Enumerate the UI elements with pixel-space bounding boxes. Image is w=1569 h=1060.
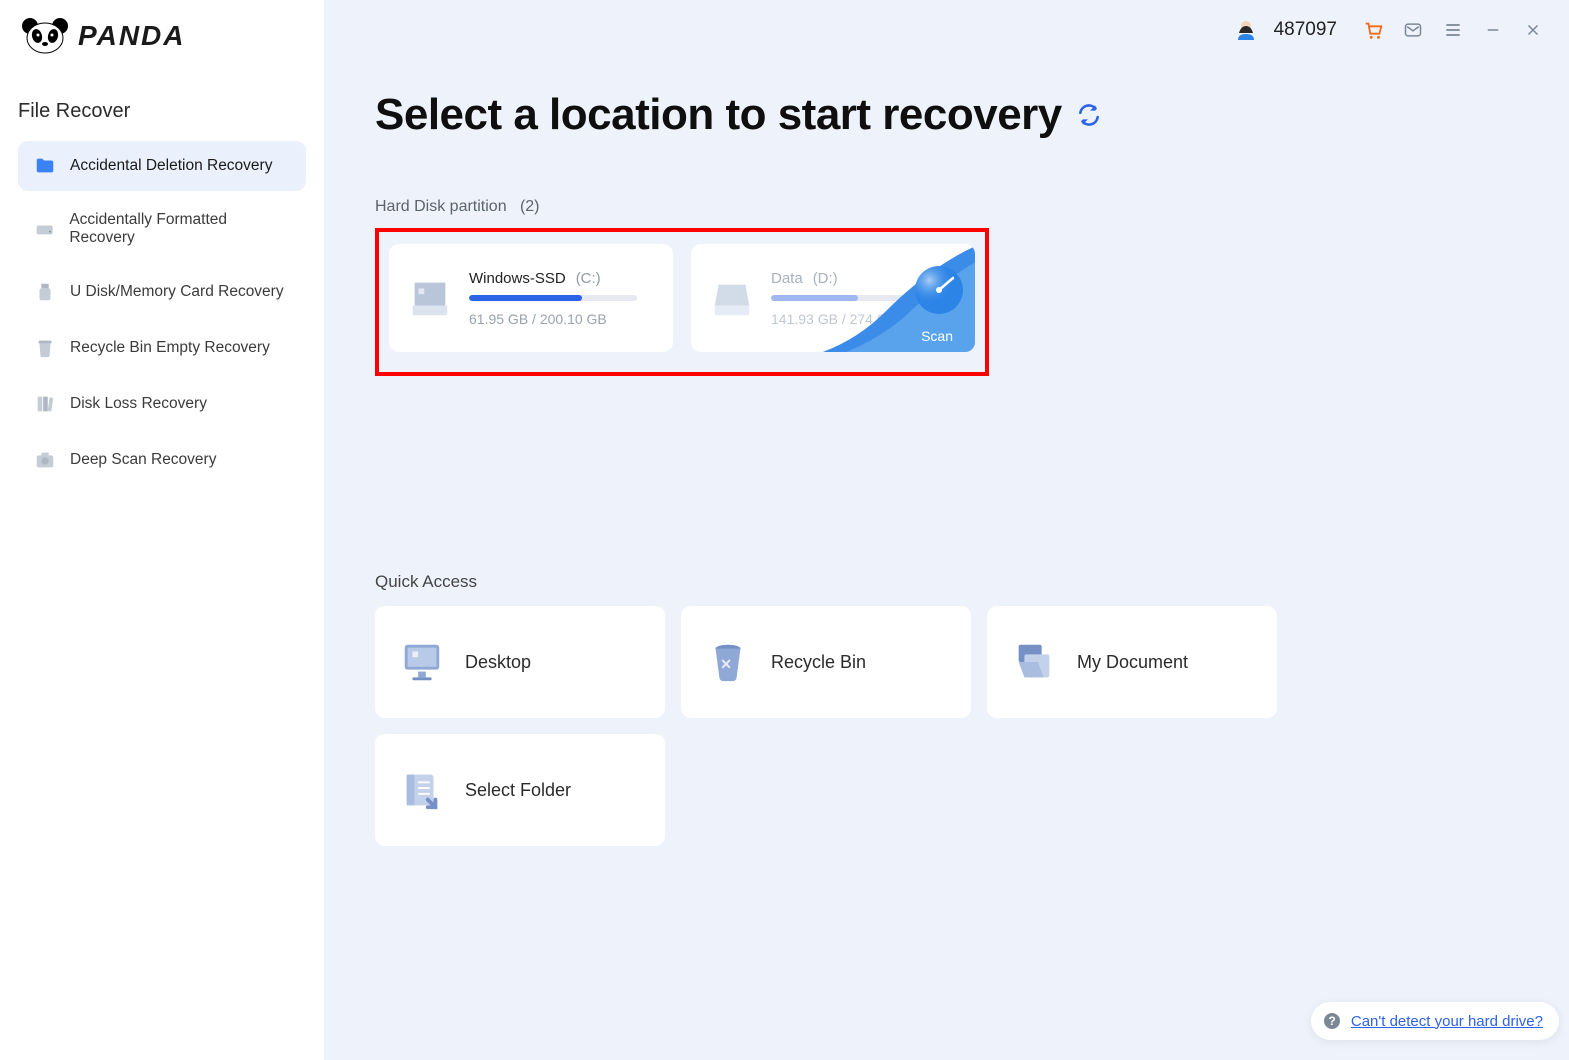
topbar: 487097	[325, 0, 1569, 60]
quick-desktop[interactable]: Desktop	[375, 606, 665, 718]
cart-icon[interactable]	[1361, 18, 1385, 42]
desktop-icon	[399, 639, 445, 685]
mail-icon[interactable]	[1401, 18, 1425, 42]
panda-icon	[20, 18, 70, 54]
main-panel: 487097 Select a location to start recove…	[325, 0, 1569, 1060]
user-id: 487097	[1274, 19, 1337, 41]
quick-access-label: Quick Access	[375, 572, 1519, 592]
quick-label: Desktop	[465, 652, 531, 673]
nav-disk-loss[interactable]: Disk Loss Recovery	[18, 379, 306, 429]
scan-label: Scan	[921, 328, 953, 344]
headline-text: Select a location to start recovery	[375, 90, 1062, 140]
nav-label: Disk Loss Recovery	[70, 395, 207, 413]
drive-usage-bar	[771, 295, 939, 301]
quick-label: Select Folder	[465, 780, 571, 801]
quick-my-document[interactable]: My Document	[987, 606, 1277, 718]
drive-usage-text: 61.95 GB / 200.10 GB	[469, 311, 657, 327]
minimize-icon[interactable]	[1481, 18, 1505, 42]
nav-label: U Disk/Memory Card Recovery	[70, 283, 284, 301]
recycle-bin-icon	[705, 639, 751, 685]
camera-icon	[34, 449, 56, 471]
nav-label: Deep Scan Recovery	[70, 451, 216, 469]
close-icon[interactable]	[1521, 18, 1545, 42]
page-title: Select a location to start recovery	[375, 90, 1519, 140]
quick-label: Recycle Bin	[771, 652, 866, 673]
quick-recycle-bin[interactable]: Recycle Bin	[681, 606, 971, 718]
sidebar-title: File Recover	[0, 78, 324, 141]
drive-card-d[interactable]: Data (D:) 141.93 GB / 274.62 GB	[691, 244, 975, 352]
avatar-icon[interactable]	[1234, 18, 1258, 42]
help-icon: ?	[1323, 1012, 1341, 1030]
bin-icon	[34, 337, 56, 359]
drive-icon	[407, 275, 453, 321]
help-bubble[interactable]: ? Can't detect your hard drive?	[1311, 1002, 1559, 1040]
partition-highlight-box: Windows-SSD (C:) 61.95 GB / 200.10 GB Da…	[375, 228, 989, 376]
document-icon	[1011, 639, 1057, 685]
select-folder-icon	[399, 767, 445, 813]
sidebar: PANDA File Recover Accidental Deletion R…	[0, 0, 325, 1060]
drive-letter: (C:)	[576, 270, 601, 287]
drive-usage-text: 141.93 GB / 274.62 GB	[771, 311, 959, 327]
drive-name: Data	[771, 270, 803, 287]
nav-label: Recycle Bin Empty Recovery	[70, 339, 270, 357]
usb-icon	[34, 281, 56, 303]
nav-formatted[interactable]: Accidentally Formatted Recovery	[18, 197, 306, 261]
drive-icon	[709, 275, 755, 321]
brand-name: PANDA	[78, 20, 185, 52]
books-icon	[34, 393, 56, 415]
quick-select-folder[interactable]: Select Folder	[375, 734, 665, 846]
nav-usb[interactable]: U Disk/Memory Card Recovery	[18, 267, 306, 317]
nav-accidental-deletion[interactable]: Accidental Deletion Recovery	[18, 141, 306, 191]
nav-label: Accidental Deletion Recovery	[70, 157, 272, 175]
drive-card-c[interactable]: Windows-SSD (C:) 61.95 GB / 200.10 GB	[389, 244, 673, 352]
brand-logo: PANDA	[0, 18, 324, 78]
folder-icon	[34, 155, 56, 177]
svg-text:?: ?	[1328, 1014, 1335, 1028]
nav-label: Accidentally Formatted Recovery	[69, 211, 290, 247]
drive-letter: (D:)	[813, 270, 838, 287]
help-link[interactable]: Can't detect your hard drive?	[1351, 1013, 1543, 1030]
sidebar-nav: Accidental Deletion Recovery Accidentall…	[0, 141, 324, 485]
partition-section-label: Hard Disk partition (2)	[375, 198, 1519, 216]
nav-recycle-bin[interactable]: Recycle Bin Empty Recovery	[18, 323, 306, 373]
hdd-icon	[34, 218, 55, 240]
drive-name: Windows-SSD	[469, 270, 566, 287]
nav-deep-scan[interactable]: Deep Scan Recovery	[18, 435, 306, 485]
menu-icon[interactable]	[1441, 18, 1465, 42]
refresh-icon[interactable]	[1076, 102, 1102, 128]
quick-label: My Document	[1077, 652, 1188, 673]
drive-usage-bar	[469, 295, 637, 301]
